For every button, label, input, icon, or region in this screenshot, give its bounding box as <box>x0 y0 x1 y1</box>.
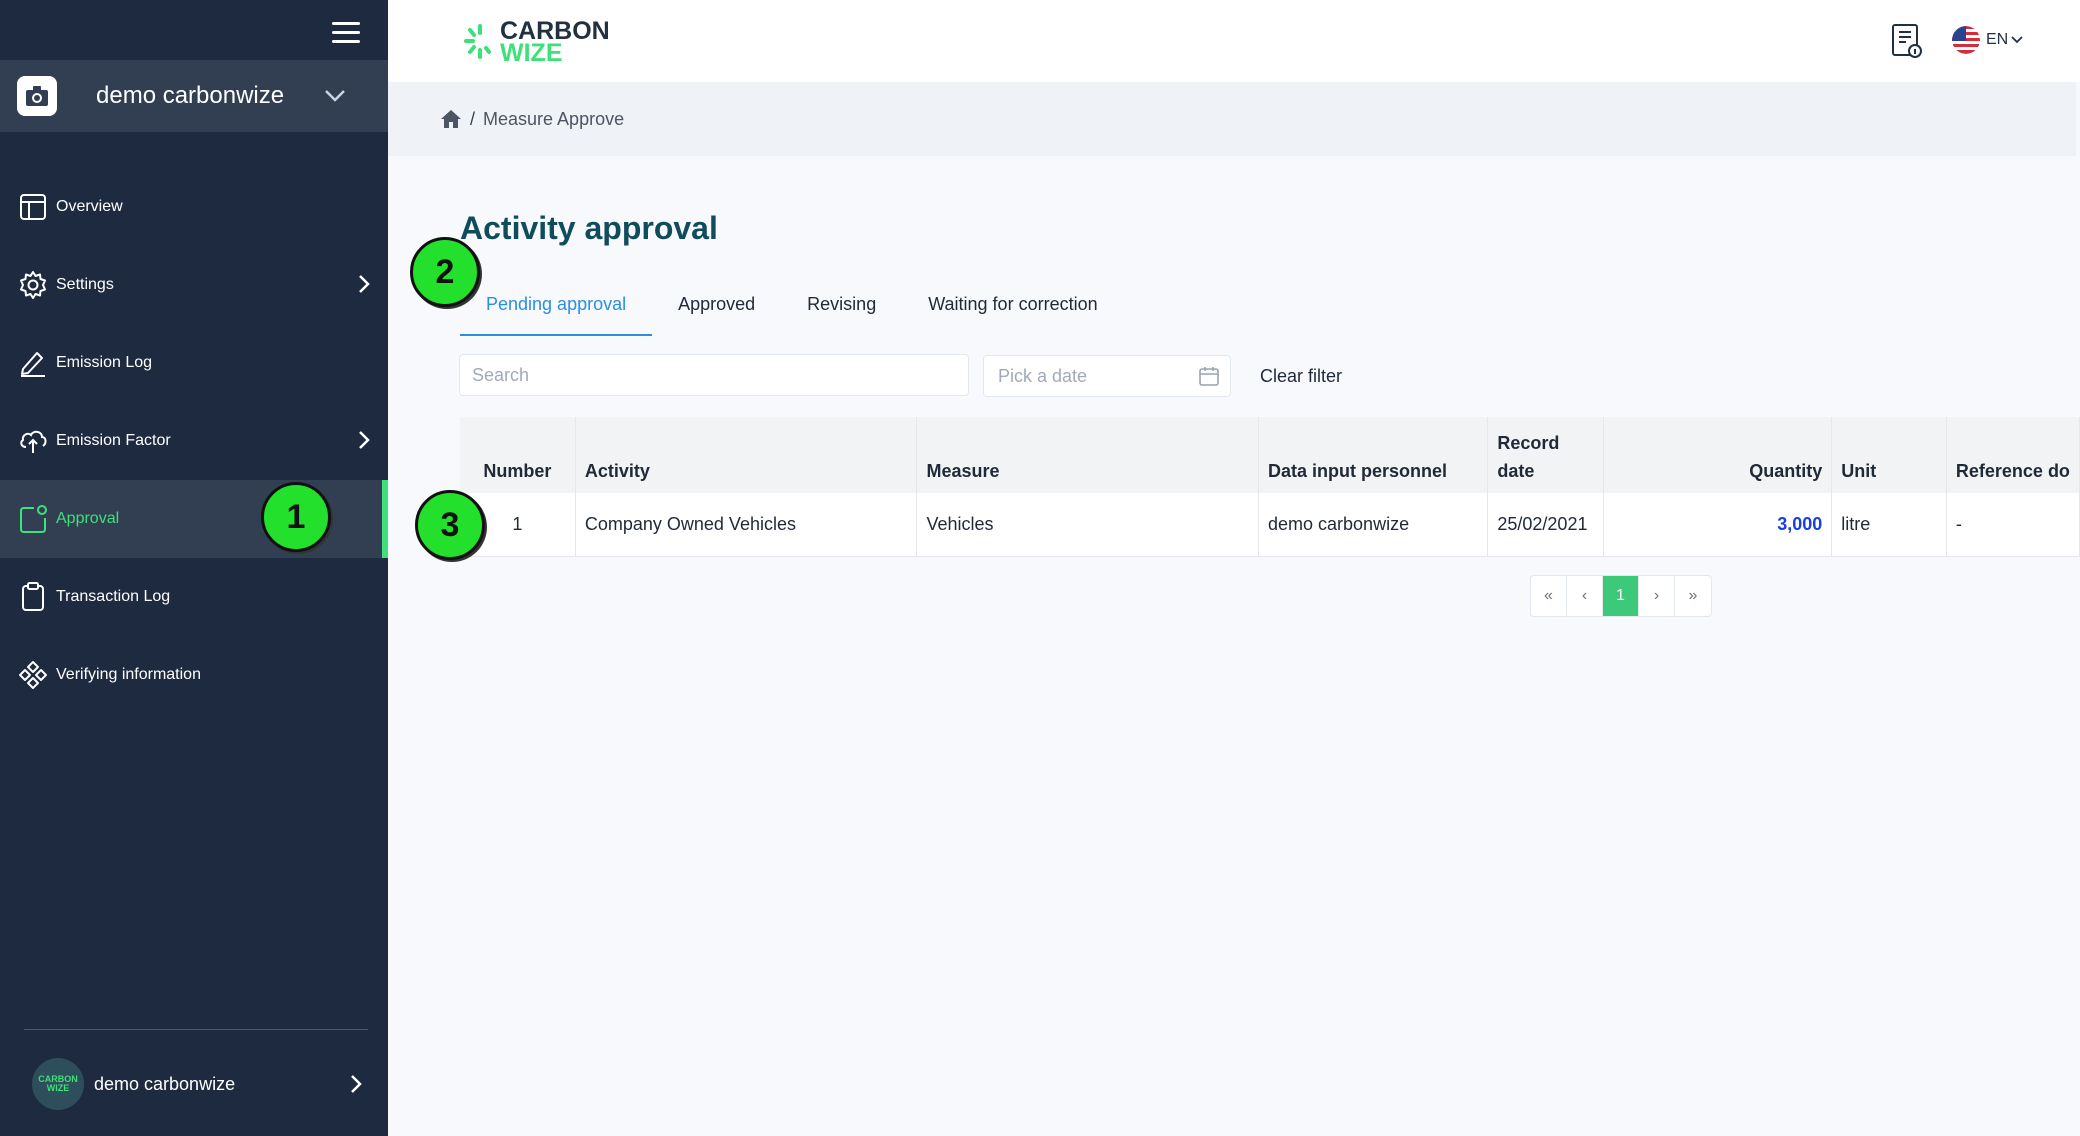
cell-unit: litre <box>1831 493 1947 557</box>
column-header-unit[interactable]: Unit <box>1831 417 1947 493</box>
sidebar-divider <box>24 1029 368 1030</box>
tab-waiting-for-correction[interactable]: Waiting for correction <box>902 284 1123 336</box>
sidebar-item-label: Verifying information <box>56 666 201 683</box>
clear-filter-button[interactable]: Clear filter <box>1260 366 1342 387</box>
cell-data-input-personnel: demo carbonwize <box>1258 493 1489 557</box>
sidebar-item-label: Approval <box>56 510 120 527</box>
layout-icon <box>18 192 48 222</box>
avatar: CARBON WIZE <box>32 1058 84 1110</box>
top-header: CARBON WIZE EN <box>388 0 2080 82</box>
pagination: « ‹ 1 › » <box>1530 575 1712 617</box>
cloud-upload-icon <box>18 426 48 456</box>
gear-icon <box>18 270 48 300</box>
cell-reference-document: - <box>1946 493 2080 557</box>
diamonds-icon <box>18 660 48 690</box>
logo-text: CARBON WIZE <box>500 19 610 67</box>
annotation-marker-1: 1 <box>261 482 331 552</box>
breadcrumb-separator: / <box>470 108 476 129</box>
annotation-marker-2: 2 <box>410 237 480 307</box>
sidebar-item-emission-factor[interactable]: Emission Factor <box>0 402 388 480</box>
date-placeholder: Pick a date <box>998 365 1088 386</box>
column-header-measure[interactable]: Measure <box>916 417 1259 493</box>
sidebar-item-label: Emission Log <box>56 354 153 371</box>
table-header-row: Number Activity Measure Data input perso… <box>460 417 2080 493</box>
last-page-button[interactable]: » <box>1675 576 1711 616</box>
org-switcher[interactable]: demo carbonwize <box>0 60 388 132</box>
logo-burst-icon <box>464 24 491 59</box>
date-picker[interactable]: Pick a date <box>983 355 1231 397</box>
pencil-icon <box>18 348 48 378</box>
chevron-right-icon <box>359 431 370 449</box>
table-row[interactable]: 1 Company Owned Vehicles Vehicles demo c… <box>460 493 2080 557</box>
logo[interactable]: CARBON WIZE <box>464 19 610 67</box>
language-code: EN <box>1986 31 2009 48</box>
column-header-quantity[interactable]: Quantity <box>1603 417 1833 493</box>
menu-toggle-icon[interactable] <box>332 22 360 44</box>
tab-pending-approval[interactable]: Pending approval <box>460 284 653 336</box>
sidebar-item-verifying-information[interactable]: Verifying information <box>0 636 388 714</box>
sidebar: demo carbonwize Overview Settings Emissi… <box>0 0 388 1136</box>
sidebar-item-overview[interactable]: Overview <box>0 168 388 246</box>
search-input[interactable] <box>459 354 969 396</box>
column-header-reference-document[interactable]: Reference do <box>1946 417 2080 493</box>
next-page-button[interactable]: › <box>1639 576 1675 616</box>
sidebar-item-label: Transaction Log <box>56 588 171 605</box>
column-header-number[interactable]: Number <box>460 417 576 493</box>
sidebar-item-emission-log[interactable]: Emission Log <box>0 324 388 402</box>
sidebar-item-settings[interactable]: Settings <box>0 246 388 324</box>
us-flag-icon <box>1952 26 1980 54</box>
approval-icon <box>18 504 48 534</box>
chevron-down-icon <box>2011 36 2023 44</box>
sidebar-item-label: Settings <box>56 276 114 293</box>
clipboard-icon <box>18 582 48 612</box>
page-title: Activity approval <box>460 210 718 246</box>
cell-activity: Company Owned Vehicles <box>575 493 918 557</box>
sidebar-nav: Overview Settings Emission Log Emission … <box>0 168 388 714</box>
annotation-marker-3: 3 <box>415 490 485 560</box>
document-info-icon[interactable] <box>1890 22 1924 60</box>
page-button-current[interactable]: 1 <box>1603 576 1639 616</box>
user-profile[interactable]: CARBON WIZE demo carbonwize <box>32 1058 372 1110</box>
cell-record-date: 25/02/2021 <box>1487 493 1605 557</box>
sidebar-item-transaction-log[interactable]: Transaction Log <box>0 558 388 636</box>
home-icon[interactable] <box>440 109 462 129</box>
tab-approved[interactable]: Approved <box>652 284 781 336</box>
sidebar-item-label: Emission Factor <box>56 432 171 449</box>
chevron-down-icon <box>325 90 345 102</box>
language-selector[interactable]: EN <box>1952 26 2023 54</box>
cell-quantity-link[interactable]: 3,000 <box>1603 493 1833 557</box>
chevron-right-icon <box>359 275 370 293</box>
approval-table: Number Activity Measure Data input perso… <box>460 417 2080 557</box>
user-name: demo carbonwize <box>94 1073 236 1094</box>
prev-page-button[interactable]: ‹ <box>1567 576 1603 616</box>
chevron-right-icon <box>351 1075 362 1093</box>
org-name: demo carbonwize <box>96 82 285 109</box>
tab-revising[interactable]: Revising <box>781 284 902 336</box>
breadcrumb-current: Measure Approve <box>483 108 625 129</box>
breadcrumb: / Measure Approve <box>388 82 2076 156</box>
sidebar-item-label: Overview <box>56 198 123 215</box>
camera-icon <box>17 76 57 116</box>
column-header-data-input-personnel[interactable]: Data input personnel <box>1258 417 1489 493</box>
approval-tabs: Pending approval Approved Revising Waiti… <box>460 284 1124 336</box>
avatar-logo-bottom: WIZE <box>46 1083 70 1093</box>
column-header-record-date[interactable]: Record date <box>1487 417 1605 493</box>
logo-bottom: WIZE <box>500 39 563 67</box>
column-header-activity[interactable]: Activity <box>575 417 918 493</box>
calendar-icon <box>1199 367 1219 386</box>
cell-measure: Vehicles <box>916 493 1259 557</box>
first-page-button[interactable]: « <box>1531 576 1567 616</box>
